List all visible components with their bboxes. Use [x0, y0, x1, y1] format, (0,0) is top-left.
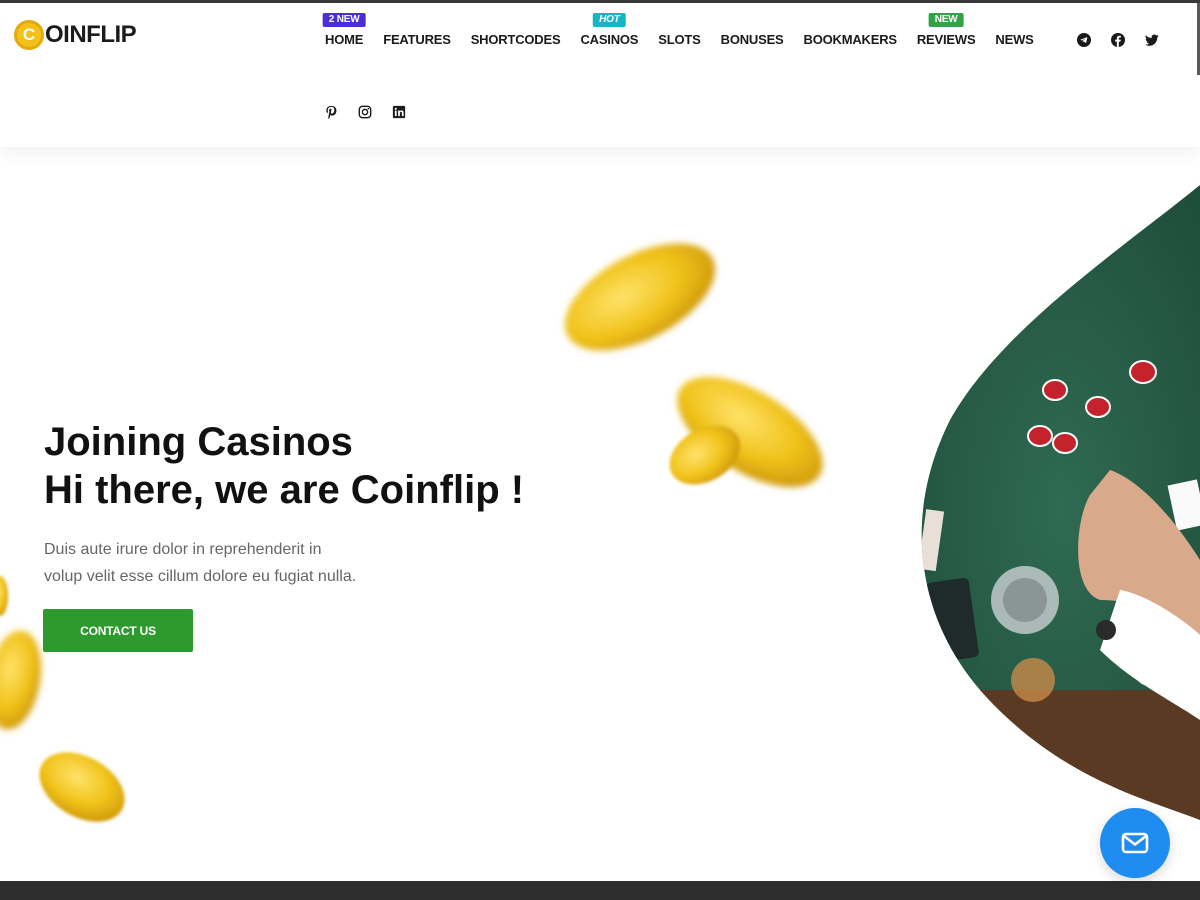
- nav-item-reviews[interactable]: NEW REVIEWS: [907, 13, 986, 50]
- nav-badge-reviews: NEW: [928, 13, 964, 27]
- hero-title: Joining Casinos Hi there, we are Coinfli…: [44, 418, 524, 514]
- pinterest-icon[interactable]: [320, 101, 342, 123]
- nav-item-shortcodes[interactable]: SHORTCODES: [461, 30, 571, 50]
- logo-coin-icon: C: [14, 20, 44, 50]
- twitter-icon[interactable]: [1141, 29, 1163, 51]
- hero-text-line2: volup velit esse cillum dolore eu fugiat…: [44, 568, 357, 585]
- logo-text: OINFLIP: [45, 21, 137, 48]
- nav-item-bonuses[interactable]: BONUSES: [711, 30, 794, 50]
- flying-coins: [0, 243, 823, 822]
- hero-text-line1: Duis aute irure dolor in reprehenderit i…: [44, 541, 322, 558]
- nav-label: BOOKMAKERS: [803, 32, 898, 47]
- telegram-icon[interactable]: [1073, 29, 1095, 51]
- nav-badge-casinos: HOT: [593, 13, 626, 27]
- nav-item-slots[interactable]: SLOTS: [648, 30, 710, 50]
- main-nav: 2 NEW HOME FEATURES SHORTCODES HOT CASIN…: [315, 13, 1044, 50]
- footer-bar: [0, 881, 1200, 900]
- nav-label: REVIEWS: [916, 32, 976, 47]
- contact-us-button[interactable]: CONTACT US: [43, 609, 193, 652]
- casino-table-image: [921, 185, 1200, 820]
- nav-label: SLOTS: [658, 32, 701, 47]
- nav-label: NEWS: [995, 32, 1034, 47]
- logo[interactable]: C OINFLIP: [14, 20, 137, 50]
- nav-label: FEATURES: [383, 32, 451, 47]
- nav-item-home[interactable]: 2 NEW HOME: [315, 13, 373, 50]
- nav-item-news[interactable]: NEWS: [985, 30, 1043, 50]
- social-links-bottom: [320, 101, 422, 123]
- nav-badge-home: 2 NEW: [322, 13, 366, 27]
- linkedin-icon[interactable]: [388, 101, 410, 123]
- nav-item-casinos[interactable]: HOT CASINOS: [570, 13, 648, 50]
- nav-label: HOME: [325, 32, 364, 47]
- nav-item-features[interactable]: FEATURES: [373, 30, 461, 50]
- nav-item-bookmakers[interactable]: BOOKMAKERS: [794, 30, 907, 50]
- contact-fab-button[interactable]: [1100, 808, 1170, 878]
- hero-title-line1: Joining Casinos: [44, 420, 353, 464]
- hero-description: Duis aute irure dolor in reprehenderit i…: [44, 536, 424, 590]
- site-header: C OINFLIP 2 NEW HOME FEATURES SHORTCODES…: [0, 3, 1200, 147]
- nav-label: CASINOS: [580, 32, 639, 47]
- hero-title-line2: Hi there, we are Coinflip !: [44, 468, 525, 512]
- nav-label: SHORTCODES: [470, 32, 561, 47]
- facebook-icon[interactable]: [1107, 29, 1129, 51]
- social-links-top: [1073, 29, 1175, 51]
- envelope-icon: [1121, 832, 1149, 854]
- nav-label: BONUSES: [720, 32, 784, 47]
- instagram-icon[interactable]: [354, 101, 376, 123]
